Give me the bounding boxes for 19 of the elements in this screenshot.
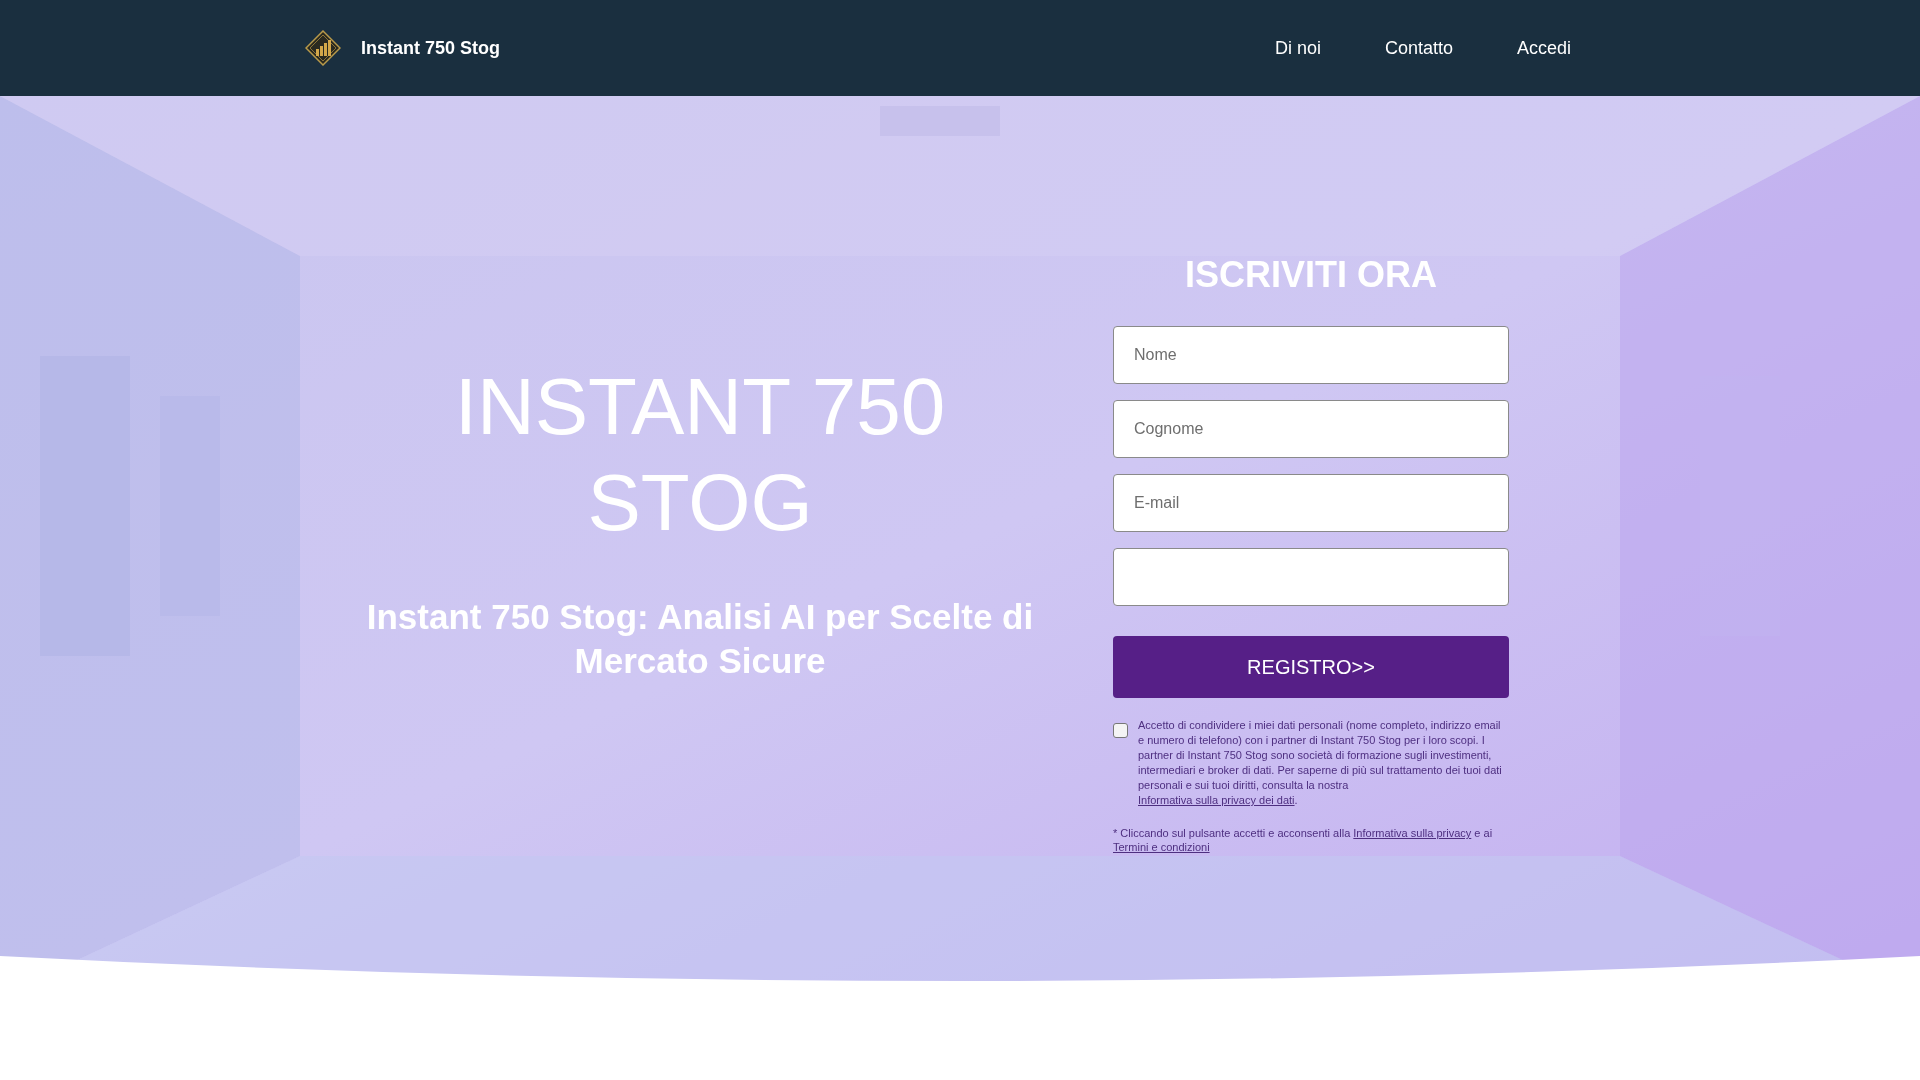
input-field[interactable] [1113,548,1509,606]
hero-title: INSTANT 750 STOG [453,361,947,549]
hero-subtitle: Instant 750 Stog: Analisi AI per Scelte di Mercato Sicure [365,596,1035,682]
consent-checkbox[interactable] [1113,723,1128,738]
nav-link[interactable]: Di noi [1274,37,1321,59]
input-field[interactable]: Cognome [1113,400,1509,458]
consent-text: Accetto di condividere i miei dati personali (nome completo, indirizzo email e numero di telefono) con i partner di Instant 750 Stog per i loro scopi. I partner di Instant 750 Stog sono società di formazione sugli investimenti, intermediari e broker di dati. Per saperne di più sul trattamento dei tuoi dati personali e sui tuoi diritti, consulta la nostra Informativa sulla privacy dei dati. [1138,718,1503,808]
terms-note: * Cliccando sul pulsante accetti e acconsenti alla Informativa sulla privacy e ai Termini e condizioni [1113,826,1494,854]
privacy-link[interactable]: Informativa sulla privacy dei dati [1138,794,1295,806]
site-title[interactable]: Instant 750 Stog [361,37,501,59]
terms-link[interactable]: Termini e condizioni [1113,841,1210,853]
nav-link[interactable]: Contatto [1384,37,1453,59]
input-field[interactable]: E-mail [1113,474,1509,532]
chart-logo-icon [305,30,341,66]
nav-link[interactable]: Accedi [1516,37,1571,59]
register-button[interactable]: REGISTRO>> [1113,636,1509,698]
privacy-link[interactable]: Informativa sulla privacy [1353,827,1472,839]
form-title: ISCRIVITI ORA [1184,254,1438,296]
input-field[interactable]: Nome [1113,326,1509,384]
